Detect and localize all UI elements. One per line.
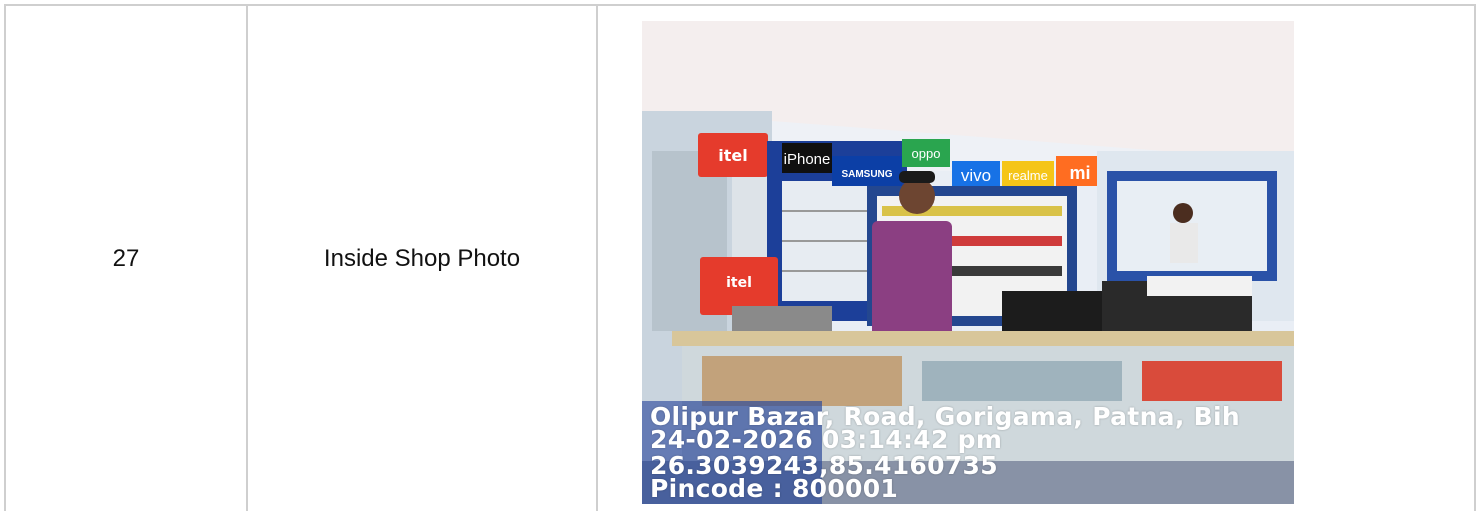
row-label: Inside Shop Photo <box>323 244 521 272</box>
brand-vivo-sign: vivo <box>961 166 991 185</box>
brand-oppo-sign: oppo <box>912 146 941 161</box>
shop-photo: itel iPhone SAMSUNG oppo vivo realme mi <box>642 21 1294 504</box>
brand-samsung-sign: SAMSUNG <box>841 169 892 180</box>
brand-realme-sign: realme <box>1008 168 1048 183</box>
brand-itel-sign: itel <box>718 146 747 165</box>
brand-itel-box: itel <box>726 275 752 291</box>
photo-pincode-overlay: Pincode : 800001 <box>650 474 899 503</box>
column-divider <box>596 6 598 511</box>
photo-datetime-overlay: 24-02-2026 03:14:42 pm <box>650 425 1003 454</box>
row-number: 27 <box>112 244 140 272</box>
brand-iphone-sign: iPhone <box>784 151 831 168</box>
brand-mi-sign: mi <box>1069 163 1090 183</box>
